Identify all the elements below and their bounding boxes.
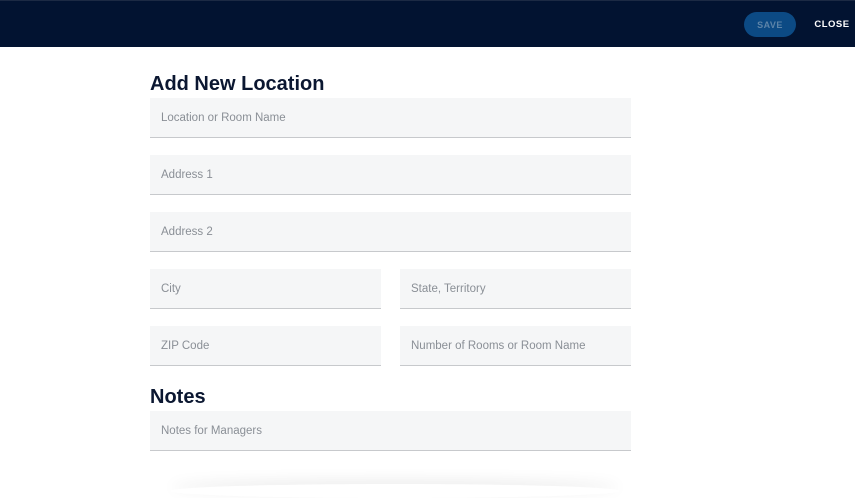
top-bar: SAVE CLOSE: [0, 0, 855, 47]
rooms-input[interactable]: [411, 326, 631, 365]
state-field[interactable]: [400, 269, 631, 309]
rooms-field[interactable]: [400, 326, 631, 366]
zip-field[interactable]: [150, 326, 381, 366]
save-button[interactable]: SAVE: [744, 12, 796, 37]
address1-field[interactable]: [150, 155, 631, 195]
address1-input[interactable]: [161, 155, 631, 194]
bottom-panel-shadow: [170, 484, 620, 498]
close-button[interactable]: CLOSE: [812, 12, 852, 37]
notes-input[interactable]: [161, 411, 631, 450]
notes-heading: Notes: [150, 386, 206, 408]
address2-input[interactable]: [161, 212, 631, 251]
location-name-field[interactable]: [150, 98, 631, 138]
location-name-input[interactable]: [161, 98, 631, 137]
city-input[interactable]: [161, 269, 381, 308]
city-field[interactable]: [150, 269, 381, 309]
notes-field[interactable]: [150, 411, 631, 451]
zip-input[interactable]: [161, 326, 381, 365]
page-title: Add New Location: [150, 73, 325, 95]
state-input[interactable]: [411, 269, 631, 308]
address2-field[interactable]: [150, 212, 631, 252]
